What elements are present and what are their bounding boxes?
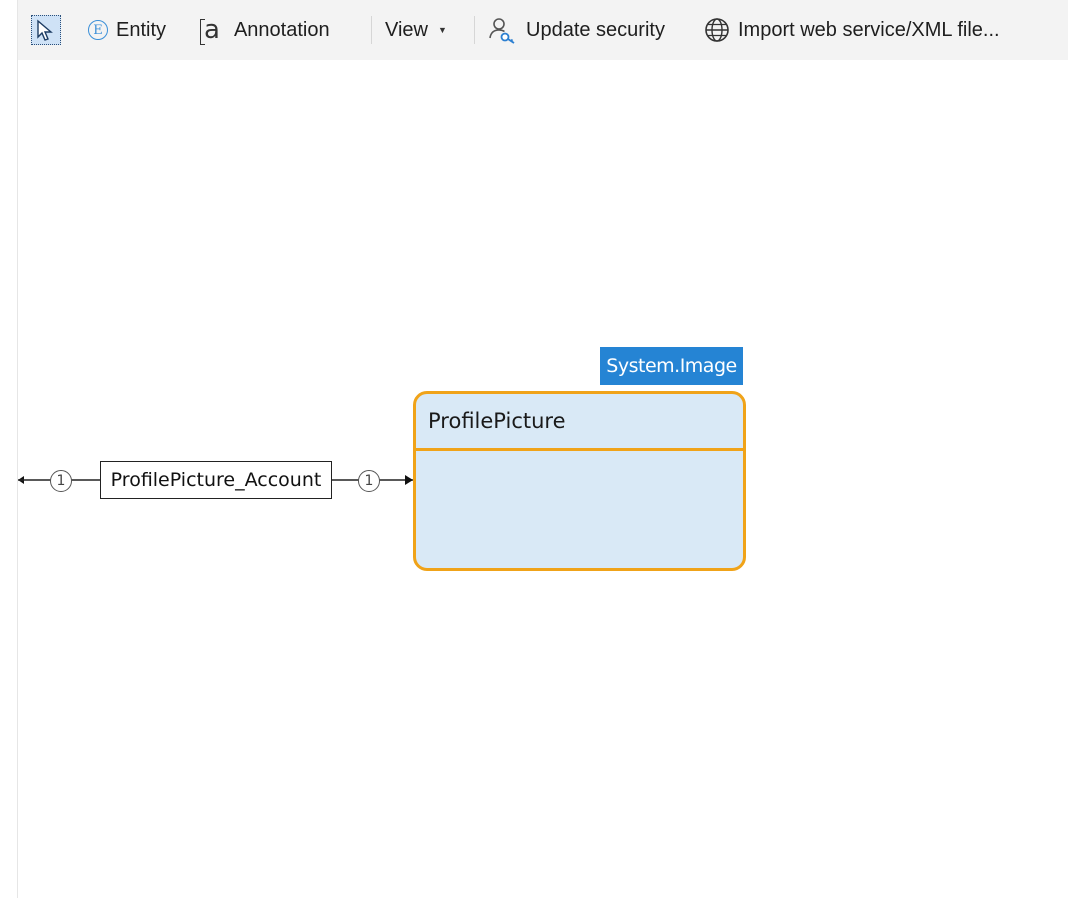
entity-profile-picture[interactable]: ProfilePicture: [413, 391, 746, 571]
import-web-service-button[interactable]: Import web service/XML file...: [704, 13, 1000, 47]
entity-name: ProfilePicture: [416, 394, 743, 451]
entity-icon: E: [88, 20, 108, 40]
view-label: View: [385, 18, 428, 41]
add-entity-button[interactable]: E Entity: [88, 13, 166, 47]
entity-label: Entity: [116, 18, 167, 41]
annotation-label: Annotation: [233, 18, 330, 41]
update-security-label: Update security: [526, 18, 665, 41]
association-multiplicity-right: 1: [358, 470, 380, 492]
association-name[interactable]: ProfilePicture_Account: [100, 461, 332, 499]
toolbar: E Entity a Annotation View ▼ Update secu…: [18, 0, 1068, 60]
view-menu-button[interactable]: View ▼: [385, 13, 447, 47]
user-key-icon: [489, 18, 515, 44]
chevron-down-icon: ▼: [438, 25, 447, 35]
generalization-tag[interactable]: System.Image: [600, 347, 743, 385]
association-multiplicity-left: 1: [50, 470, 72, 492]
domain-model-canvas[interactable]: 1 ProfilePicture_Account 1 System.Image …: [0, 60, 1068, 898]
toolbar-separator: [474, 16, 475, 44]
annotation-icon: a: [200, 15, 220, 45]
select-pointer-icon: [31, 15, 61, 45]
select-tool-button[interactable]: [29, 13, 63, 47]
entity-attributes: [416, 451, 743, 568]
domain-model-editor: E Entity a Annotation View ▼ Update secu…: [0, 0, 1068, 898]
add-annotation-button[interactable]: a Annotation: [200, 13, 330, 47]
globe-icon: [705, 18, 729, 42]
import-label: Import web service/XML file...: [738, 18, 1000, 41]
toolbar-separator: [371, 16, 372, 44]
update-security-button[interactable]: Update security: [488, 13, 665, 47]
